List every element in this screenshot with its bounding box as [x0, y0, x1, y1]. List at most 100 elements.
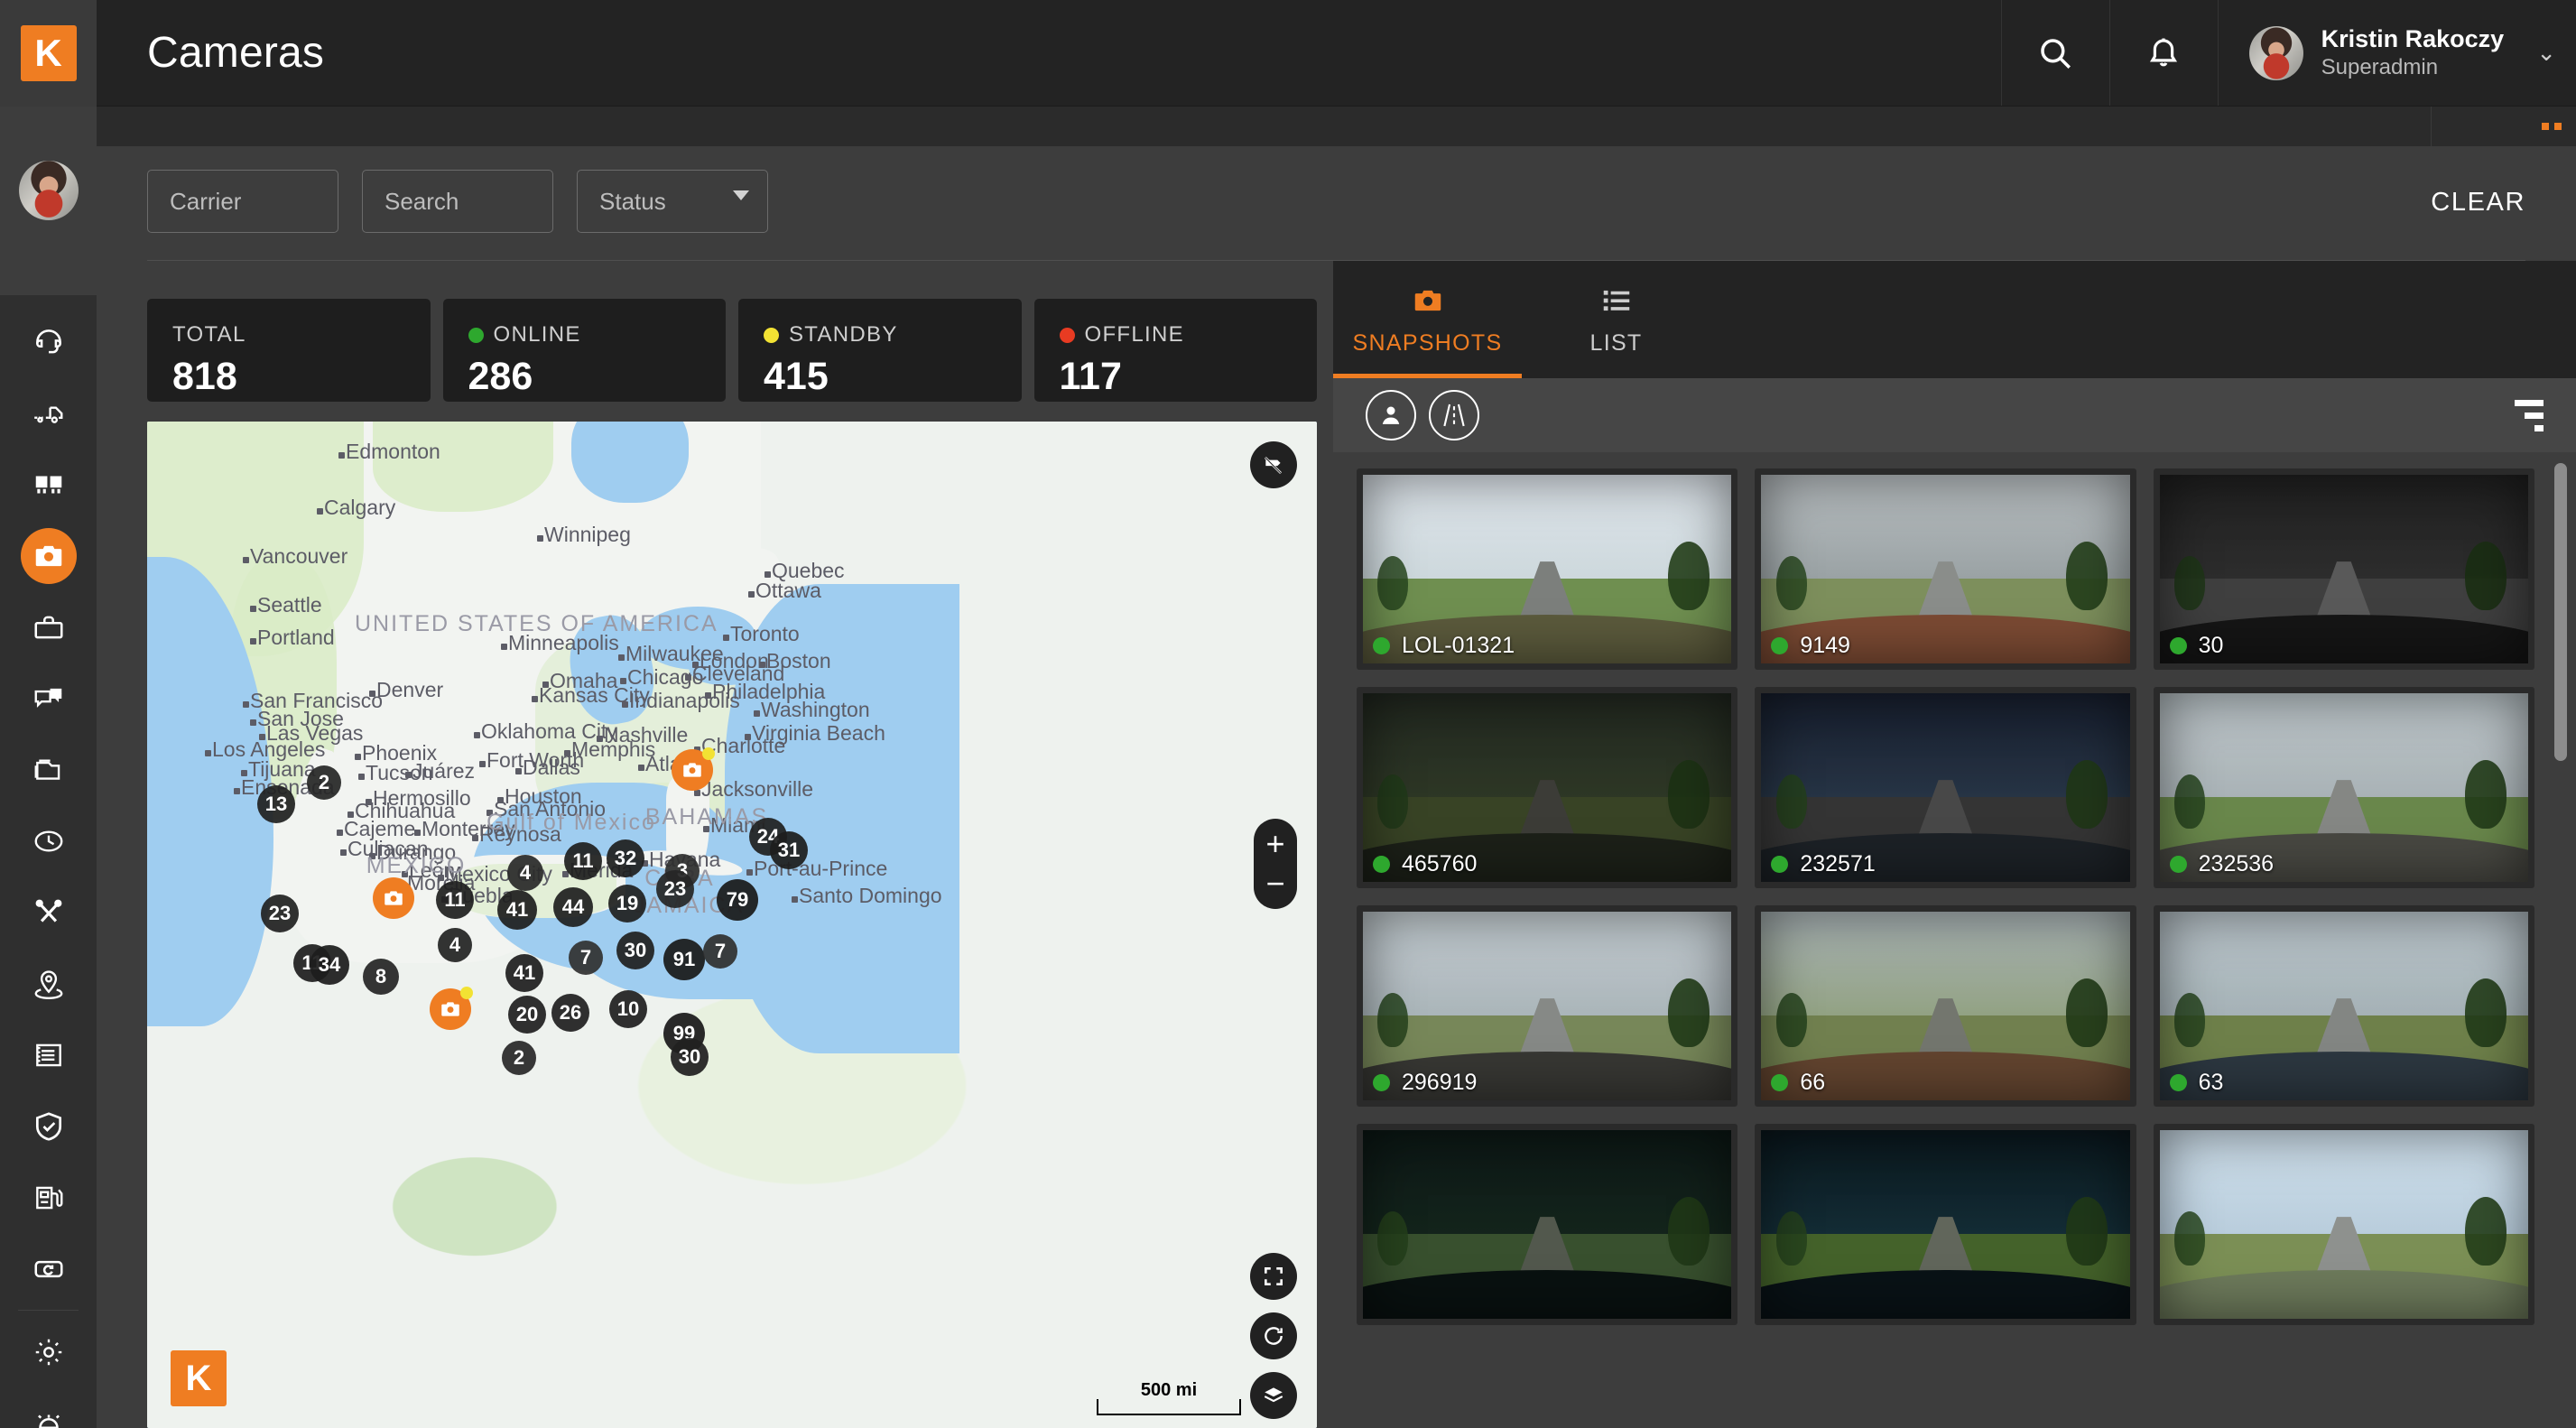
sidebar-item-locations[interactable] — [0, 948, 97, 1019]
map-camera-pin[interactable] — [430, 987, 473, 1030]
map-cluster-marker[interactable]: 79 — [717, 879, 758, 921]
sidebar-item-safety[interactable] — [0, 1090, 97, 1162]
stat-card-offline[interactable]: OFFLINE 117 — [1033, 299, 1317, 402]
avatar[interactable] — [18, 161, 79, 220]
map-cluster-marker[interactable]: 2 — [307, 765, 341, 800]
map-cluster-marker[interactable]: 4 — [438, 928, 472, 962]
tab-list[interactable]: LIST — [1522, 261, 1710, 378]
status-dot-offline — [1059, 327, 1075, 343]
map-cluster-marker[interactable]: 10 — [609, 990, 647, 1028]
map-cluster-marker[interactable]: 19 — [608, 885, 646, 923]
snapshot-card[interactable]: 232571 — [1755, 687, 2136, 888]
snapshot-card[interactable]: 465760 — [1357, 687, 1738, 888]
sidebar-item-messages[interactable] — [0, 663, 97, 734]
snapshot-card[interactable]: 9149 — [1755, 468, 2136, 670]
snapshot-card[interactable] — [1357, 1124, 1738, 1325]
stat-label-text: ONLINE — [493, 322, 581, 347]
fleet-map[interactable]: Edmonton Calgary Vancouver Seattle Portland W… — [147, 422, 1317, 1428]
sidebar-item-hours[interactable] — [0, 805, 97, 876]
user-info: Kristin Rakoczy Superadmin — [2321, 24, 2505, 82]
map-cluster-marker[interactable]: 7 — [569, 941, 603, 975]
sidebar-item-cameras[interactable] — [0, 520, 97, 591]
toggle-labels-button[interactable] — [1250, 441, 1297, 488]
chevron-down-icon[interactable]: ⌄ — [2536, 39, 2556, 67]
user-menu[interactable]: Kristin Rakoczy Superadmin ⌄ — [2217, 0, 2576, 106]
map-cluster-marker[interactable]: 8 — [363, 959, 399, 995]
map-cluster-marker[interactable]: 7 — [703, 934, 737, 969]
stat-card-total[interactable]: TOTAL 818 — [147, 299, 431, 402]
zoom-in-button[interactable]: + — [1254, 824, 1297, 864]
sidebar-item-replay[interactable] — [0, 1233, 97, 1304]
snapshot-card[interactable] — [1755, 1124, 2136, 1325]
top-header: Cameras Kristin Rakoczy Superadmin ⌄ — [97, 0, 2576, 107]
filter-funnel-icon[interactable] — [2515, 399, 2544, 431]
clear-filters-button[interactable]: CLEAR — [2431, 170, 2525, 218]
layers-button[interactable] — [1250, 1372, 1297, 1419]
snapshot-caption: 296919 — [1373, 1070, 1477, 1096]
map-camera-pin[interactable] — [672, 747, 715, 791]
map-cluster-marker[interactable]: 41 — [497, 890, 537, 930]
map-cluster-marker[interactable]: 31 — [770, 831, 808, 869]
snapshot-scrollbar-thumb[interactable] — [2554, 463, 2567, 761]
refresh-icon — [1265, 1327, 1283, 1345]
stat-card-online[interactable]: ONLINE 286 — [442, 299, 726, 402]
snapshot-thumbnail — [1761, 1130, 2130, 1319]
search-button[interactable] — [2000, 0, 2109, 106]
map-cluster-marker[interactable]: 4 — [507, 855, 543, 891]
map-cluster-marker[interactable]: 34 — [310, 945, 349, 985]
map-cluster-marker[interactable]: 91 — [663, 939, 705, 980]
zoom-out-button[interactable]: − — [1254, 864, 1297, 904]
map-cluster-marker[interactable]: 44 — [553, 887, 593, 927]
sidebar-item-settings[interactable] — [0, 1316, 97, 1387]
snapshot-card[interactable]: 66 — [1755, 905, 2136, 1107]
stat-card-standby[interactable]: STANDBY 415 — [738, 299, 1022, 402]
road-facing-camera-toggle[interactable] — [1429, 390, 1479, 440]
map-cluster-marker[interactable]: 30 — [616, 932, 654, 969]
map-city-dot — [250, 606, 256, 612]
sidebar-item-fuel[interactable] — [0, 1162, 97, 1233]
sidebar-item-vehicles[interactable] — [0, 377, 97, 449]
map-cluster-marker[interactable]: 23 — [656, 870, 694, 908]
stat-label: TOTAL — [172, 322, 431, 348]
app-logo[interactable]: K — [0, 0, 97, 107]
refresh-button[interactable] — [1250, 1312, 1297, 1359]
map-pane: TOTAL 818 ONLINE 286 STANDBY 415 OFFLINE… — [97, 261, 1317, 1428]
map-cluster-marker[interactable]: 11 — [564, 842, 602, 880]
snapshot-card[interactable]: LOL-01321 — [1357, 468, 1738, 670]
search-input[interactable]: Search — [362, 170, 553, 233]
status-select[interactable]: Status — [577, 170, 768, 233]
map-cluster-marker[interactable]: 23 — [261, 895, 299, 932]
map-cluster-marker[interactable]: 41 — [505, 954, 543, 992]
snapshot-status-dot — [1771, 1074, 1789, 1091]
map-cluster-marker[interactable]: 20 — [508, 996, 546, 1034]
stat-label-text: OFFLINE — [1084, 322, 1184, 347]
map-cluster-marker[interactable]: 13 — [257, 785, 295, 823]
sidebar-item-toolbox[interactable] — [0, 591, 97, 663]
sidebar-item-alerts[interactable] — [0, 1387, 97, 1428]
map-cluster-marker[interactable]: 26 — [551, 994, 589, 1032]
snapshot-card[interactable]: 30 — [2153, 468, 2534, 670]
map-cluster-marker[interactable]: 30 — [671, 1038, 709, 1076]
notifications-button[interactable] — [2108, 0, 2218, 106]
carrier-input[interactable]: Carrier — [147, 170, 338, 233]
sidebar-item-cargo[interactable] — [0, 449, 97, 520]
snapshot-card[interactable] — [2153, 1124, 2534, 1325]
fullscreen-button[interactable] — [1250, 1253, 1297, 1300]
map-cluster-marker[interactable]: 11 — [436, 881, 474, 919]
map-cluster-marker[interactable]: 32 — [607, 839, 644, 877]
snapshot-status-dot — [1771, 856, 1789, 873]
map-camera-pin[interactable] — [373, 877, 414, 919]
map-cluster-marker[interactable]: 2 — [502, 1041, 536, 1075]
snapshot-card[interactable]: 296919 — [1357, 905, 1738, 1107]
snapshot-card[interactable]: 232536 — [2153, 687, 2534, 888]
map-city-dot — [694, 790, 700, 796]
sidebar-item-reports[interactable] — [0, 1019, 97, 1090]
snapshot-card[interactable]: 63 — [2153, 905, 2534, 1107]
snapshot-status-dot — [2169, 637, 2187, 654]
driver-facing-camera-toggle[interactable] — [1366, 390, 1416, 440]
map-city-dot — [337, 830, 343, 836]
tab-snapshots[interactable]: SNAPSHOTS — [1333, 261, 1522, 378]
sidebar-item-support[interactable] — [0, 306, 97, 377]
sidebar-item-documents[interactable] — [0, 734, 97, 805]
sidebar-item-maintenance[interactable] — [0, 876, 97, 948]
